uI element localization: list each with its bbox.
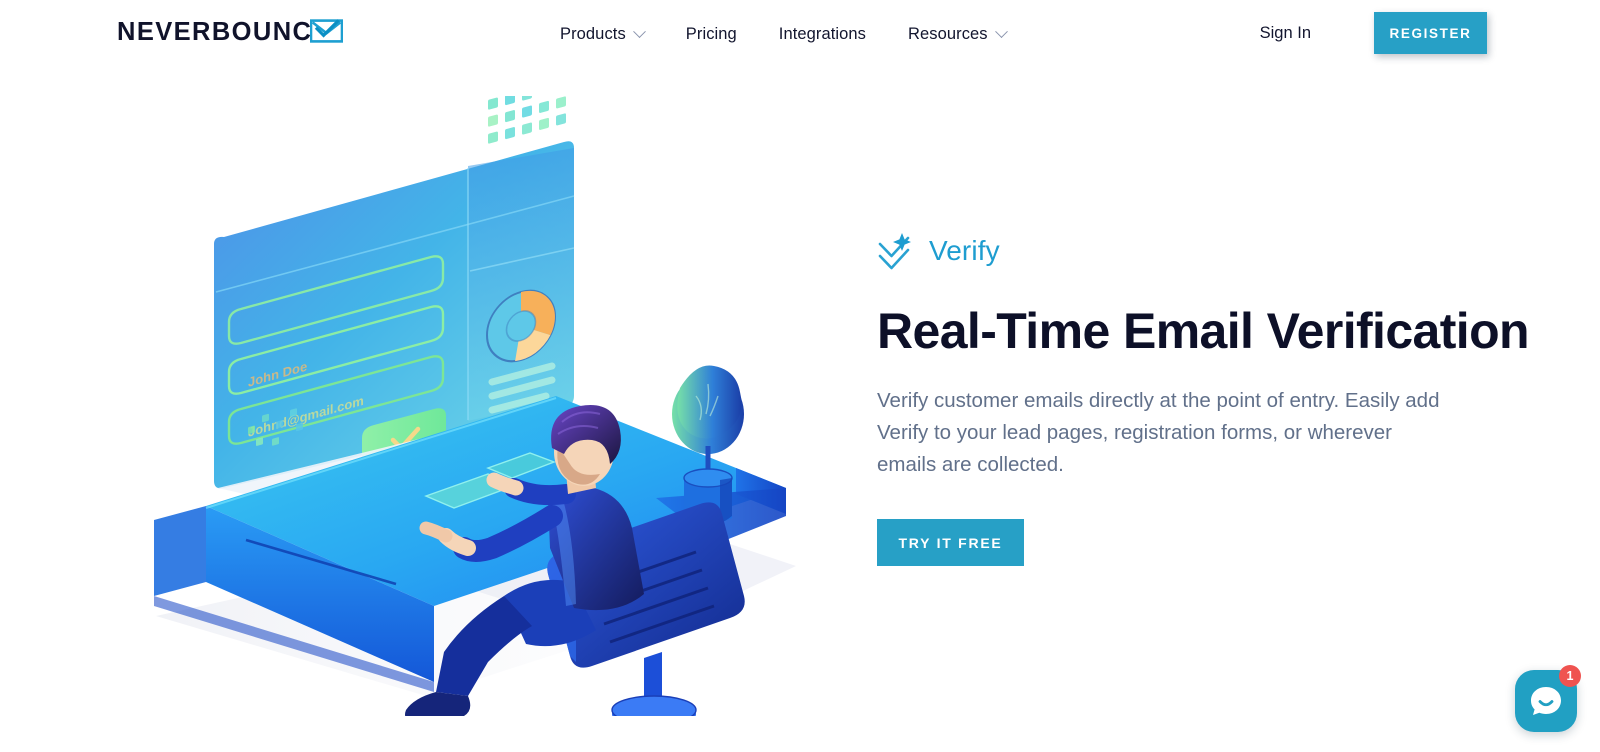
try-it-free-button[interactable]: TRY IT FREE	[877, 519, 1024, 566]
nav-item-resources[interactable]: Resources	[908, 22, 1008, 47]
register-button[interactable]: REGISTER	[1374, 12, 1487, 54]
site-header: NEVERBOUNCE Products Pricing Integration…	[0, 0, 1600, 68]
chat-unread-badge: 1	[1559, 665, 1581, 687]
chat-widget[interactable]: 1	[1515, 665, 1581, 732]
sparkle-double-chevron-icon	[878, 233, 911, 270]
nav-item-label: Resources	[908, 25, 988, 43]
nav-item-pricing[interactable]: Pricing	[686, 22, 737, 47]
hero-illustration: John Doe Johnd@gmail.com	[96, 96, 856, 716]
page-title: Real-Time Email Verification	[877, 303, 1530, 359]
logo[interactable]: NEVERBOUNCE	[117, 17, 343, 49]
sign-in-link[interactable]: Sign In	[1258, 17, 1313, 50]
envelope-check-icon	[310, 19, 343, 43]
chat-smiley-icon	[1531, 687, 1561, 715]
dot-grid	[488, 96, 566, 144]
hero-description: Verify customer emails directly at the p…	[877, 389, 1440, 476]
page-root: NEVERBOUNCE Products Pricing Integration…	[0, 0, 1600, 752]
nav-item-integrations[interactable]: Integrations	[779, 22, 866, 47]
header-actions: Sign In REGISTER	[1258, 12, 1487, 54]
logo-text: NEVERBOUNCE	[117, 18, 331, 47]
nav-item-label: Integrations	[778, 25, 867, 43]
nav-item-products[interactable]: Products	[560, 22, 646, 47]
hero-eyebrow-label: Verify	[929, 235, 1000, 266]
nav-item-label: Pricing	[685, 25, 737, 43]
chevron-down-icon	[632, 25, 646, 38]
chevron-down-icon	[994, 25, 1008, 38]
hero-eyebrow: Verify	[877, 228, 1497, 274]
hero-content: Verify Real-Time Email Verification Veri…	[877, 228, 1530, 566]
main-navigation: Products Pricing Integrations Resources	[560, 22, 1008, 47]
nav-item-label: Products	[560, 25, 626, 43]
